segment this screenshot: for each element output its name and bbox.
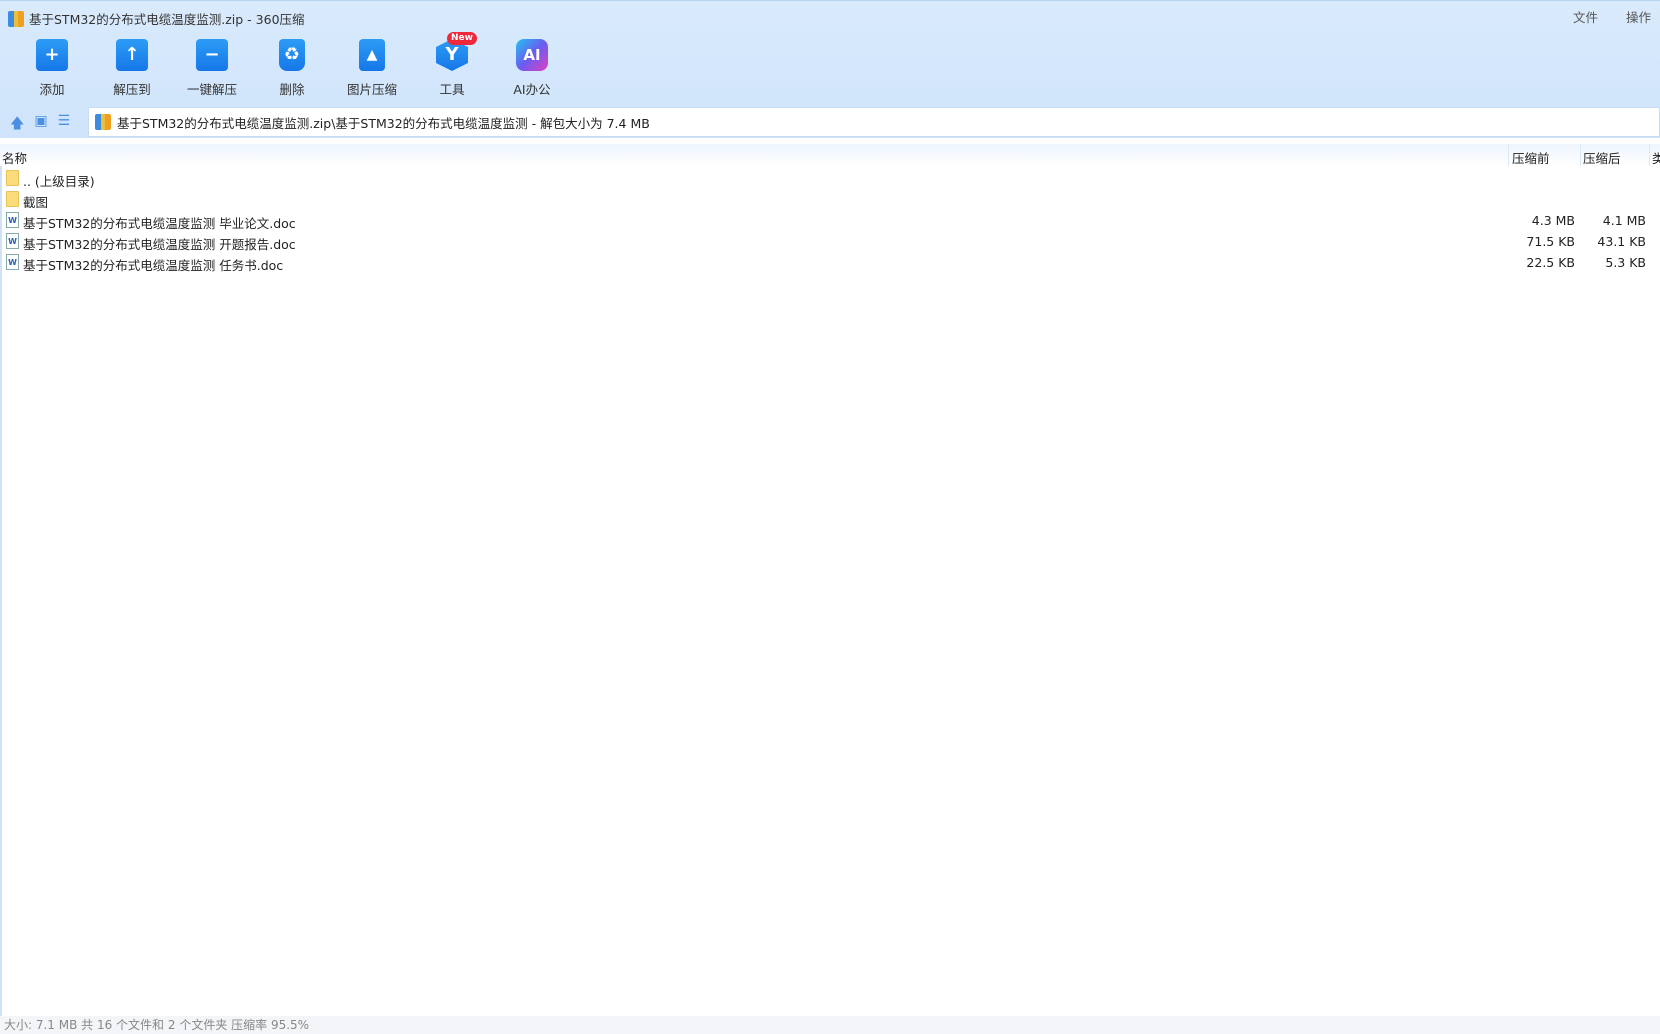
word-doc-icon: W <box>6 254 19 270</box>
file-row[interactable]: W 基于STM32的分布式电缆温度监测 任务书.doc 22.5 KB 5.3 KB <box>0 252 1660 273</box>
file-row-parent[interactable]: .. (上级目录) <box>0 168 1660 189</box>
menu-file[interactable]: 文件 <box>1573 7 1598 26</box>
word-doc-icon: W <box>6 233 19 249</box>
one-click-extract-button[interactable]: − 一键解压 <box>177 39 247 98</box>
zip-archive-icon <box>8 10 24 27</box>
column-size-before[interactable]: 压缩前 <box>1512 148 1550 167</box>
size-before: 22.5 KB <box>1526 255 1575 270</box>
file-row[interactable]: W 基于STM32的分布式电缆温度监测 毕业论文.doc 4.3 MB 4.1 MB <box>0 210 1660 231</box>
up-arrow-icon[interactable]: 🡅 <box>10 113 24 137</box>
ai-office-button[interactable]: AI AI办公 <box>497 39 567 98</box>
add-button[interactable]: + 添加 <box>17 39 87 98</box>
delete-label: 删除 <box>279 82 305 97</box>
image-compress-label: 图片压缩 <box>346 82 397 97</box>
folder-icon <box>6 191 19 207</box>
column-type[interactable]: 类 <box>1652 148 1660 167</box>
file-row-folder[interactable]: 截图 <box>0 189 1660 210</box>
word-doc-icon: W <box>6 212 19 228</box>
new-badge: New <box>447 32 477 45</box>
file-name: 基于STM32的分布式电缆温度监测 开题报告.doc <box>23 237 296 252</box>
zip-archive-icon <box>95 114 111 130</box>
column-header: 名称 压缩前 压缩后 类 <box>0 144 1660 166</box>
one-click-extract-label: 一键解压 <box>186 82 237 97</box>
title-toolbar-area: 基于STM32的分布式电缆温度监测.zip - 360压缩 文件 操作 + 添加 … <box>0 0 1660 138</box>
recycle-bin-icon: ♻ <box>279 39 305 71</box>
extract-folder-icon: ↑ <box>116 39 148 71</box>
extract-to-button[interactable]: ↑ 解压到 <box>97 39 167 98</box>
thumbnail-view-icon[interactable]: ▣ <box>34 113 47 137</box>
menu-operations[interactable]: 操作 <box>1626 7 1651 26</box>
ai-icon: AI <box>516 39 548 71</box>
status-bar: 大小: 7.1 MB 共 16 个文件和 2 个文件夹 压缩率 95.5% <box>0 1016 1660 1034</box>
window-title: 基于STM32的分布式电缆温度监测.zip - 360压缩 <box>8 9 305 28</box>
address-bar[interactable]: 基于STM32的分布式电缆温度监测.zip\基于STM32的分布式电缆温度监测 … <box>88 107 1660 137</box>
file-row[interactable]: W 基于STM32的分布式电缆温度监测 开题报告.doc 71.5 KB 43.1 K… <box>0 231 1660 252</box>
tools-label: 工具 <box>439 82 465 97</box>
file-name: 基于STM32的分布式电缆温度监测 任务书.doc <box>23 258 284 273</box>
list-view-icon[interactable]: ☰ <box>58 113 71 137</box>
add-label: 添加 <box>39 82 65 97</box>
size-after: 5.3 KB <box>1605 255 1646 270</box>
size-before: 4.3 MB <box>1531 213 1575 228</box>
size-after: 4.1 MB <box>1602 213 1646 228</box>
image-file-icon: ▲ <box>359 39 385 71</box>
size-before: 71.5 KB <box>1526 234 1575 249</box>
tools-button[interactable]: Y New 工具 <box>417 32 487 98</box>
file-name: .. (上级目录) <box>23 174 95 189</box>
ai-office-label: AI办公 <box>513 82 551 97</box>
image-compress-button[interactable]: ▲ 图片压缩 <box>337 39 407 98</box>
size-after: 43.1 KB <box>1597 234 1646 249</box>
left-border <box>0 166 2 1016</box>
file-name: 基于STM32的分布式电缆温度监测 毕业论文.doc <box>23 216 296 231</box>
extract-to-label: 解压到 <box>113 82 151 97</box>
add-folder-icon: + <box>36 39 68 71</box>
address-path: 基于STM32的分布式电缆温度监测.zip\基于STM32的分布式电缆温度监测 … <box>117 115 650 131</box>
delete-button[interactable]: ♻ 删除 <box>257 39 327 98</box>
one-click-extract-icon: − <box>196 39 228 71</box>
window-title-text: 基于STM32的分布式电缆温度监测.zip - 360压缩 <box>29 12 305 27</box>
folder-icon <box>6 170 19 186</box>
file-name: 截图 <box>23 195 49 210</box>
column-name[interactable]: 名称 <box>2 148 27 167</box>
column-size-after[interactable]: 压缩后 <box>1583 148 1621 167</box>
